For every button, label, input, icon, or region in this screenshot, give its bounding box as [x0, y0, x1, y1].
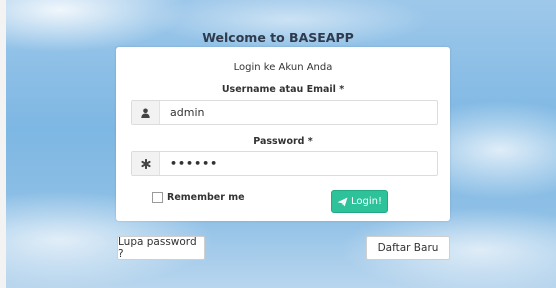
password-label: Password *: [253, 136, 313, 147]
remember-me-checkbox[interactable]: [152, 192, 163, 203]
password-input-group: [131, 151, 438, 176]
login-subtitle: Login ke Akun Anda: [233, 62, 333, 73]
username-input[interactable]: [160, 101, 437, 124]
forgot-password-button[interactable]: Lupa password ?: [117, 236, 205, 260]
user-icon: [132, 101, 160, 124]
remember-me[interactable]: Remember me: [152, 192, 245, 203]
login-card: Login ke Akun Anda Username atau Email *…: [116, 47, 450, 221]
welcome-title: Welcome to BASEAPP: [202, 30, 354, 45]
password-input[interactable]: [160, 152, 437, 175]
remember-me-label: Remember me: [167, 192, 245, 203]
login-button[interactable]: Login!: [331, 190, 388, 213]
asterisk-icon: [132, 152, 160, 175]
username-label: Username atau Email *: [221, 84, 345, 95]
paper-plane-icon: [337, 197, 348, 206]
username-input-group: [131, 100, 438, 125]
register-button[interactable]: Daftar Baru: [366, 236, 450, 260]
login-button-label: Login!: [351, 196, 382, 207]
